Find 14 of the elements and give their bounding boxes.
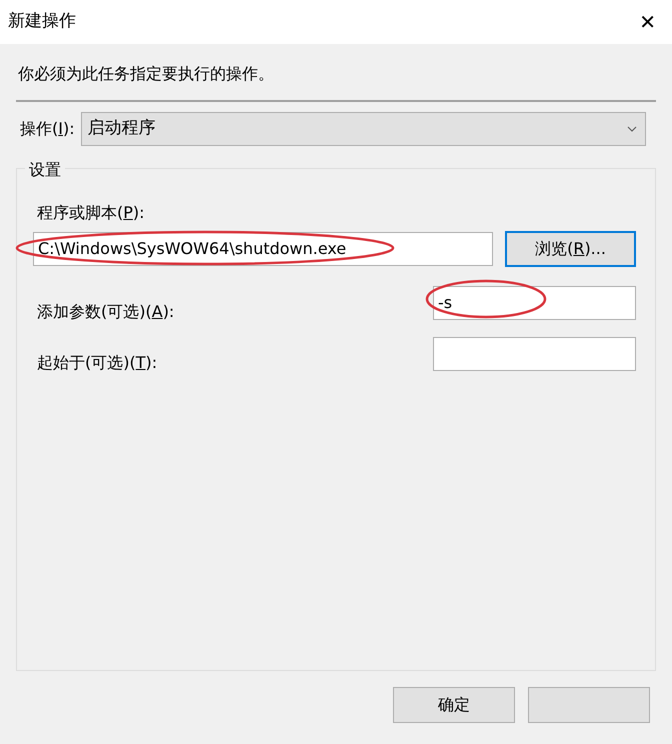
browse-button[interactable]: 浏览(R)... <box>505 231 636 267</box>
field-label: 操作(I): <box>20 118 75 140</box>
chevron-down-icon <box>627 126 637 132</box>
action-dropdown[interactable]: 启动程序 <box>80 112 646 146</box>
dialog-button[interactable] <box>528 687 650 723</box>
instruction-text: 你必须为此任务指定要执行的操作。 <box>17 63 275 85</box>
argument-input[interactable]: -s <box>433 286 636 320</box>
field-label: 程序或脚本(P): <box>37 202 146 224</box>
close-button[interactable]: ✕ <box>635 12 660 32</box>
ok-button[interactable]: 确定 <box>393 687 515 723</box>
window-title: 新建操作 <box>8 10 76 34</box>
field-label: 起始于(可选)(T): <box>37 352 158 374</box>
argument-input[interactable] <box>433 337 636 371</box>
field-label: 添加参数(可选)(A): <box>37 301 174 323</box>
